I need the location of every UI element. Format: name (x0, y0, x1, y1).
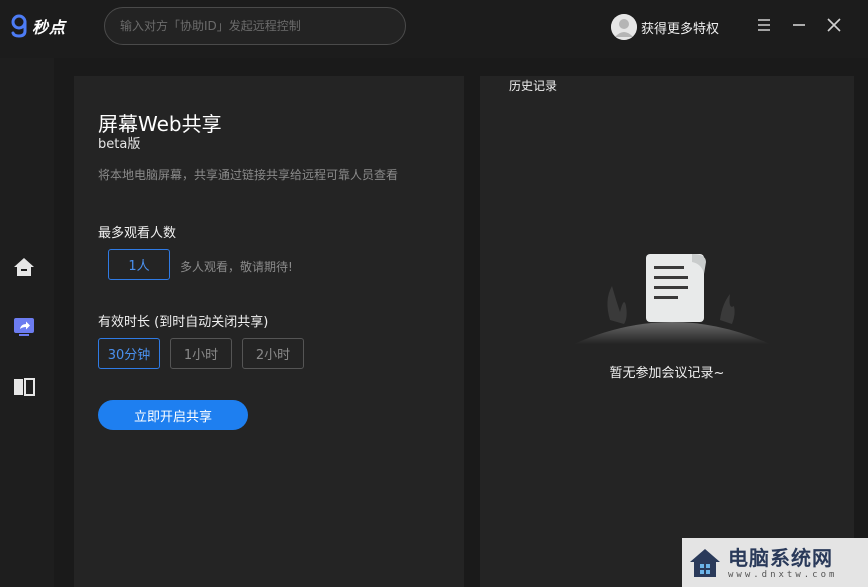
viewers-label: 最多观看人数 (98, 226, 177, 241)
avatar[interactable] (611, 14, 637, 40)
web-share-panel: 屏幕Web共享 beta版 将本地电脑屏幕，共享通过链接共享给远程可靠人员查看 … (74, 76, 464, 587)
share-description: 将本地电脑屏幕，共享通过链接共享给远程可靠人员查看 (98, 168, 399, 182)
minimize-icon (793, 24, 805, 26)
empty-records-illustration (574, 254, 770, 344)
house-logo-icon (690, 548, 720, 577)
beta-label: beta版 (98, 137, 141, 152)
app-logo-text: 秒点 (32, 18, 67, 37)
sidebar-item-split-view[interactable] (11, 374, 37, 400)
empty-records-text: 暂无参加会议记录~ (609, 366, 725, 381)
history-title: 历史记录 (509, 79, 558, 93)
title-bar: 秒点 获得更多特权 (0, 0, 868, 58)
close-button[interactable] (823, 14, 845, 36)
duration-option-1h[interactable]: 1小时 (170, 338, 232, 369)
duration-label: 有效时长 (到时自动关闭共享) (98, 315, 269, 330)
viewers-option-1[interactable]: 1人 (108, 249, 170, 280)
watermark-text: 电脑系统网 (728, 545, 833, 570)
user-privileges-label[interactable]: 获得更多特权 (641, 18, 719, 37)
menu-button[interactable] (753, 14, 775, 36)
logo-icon (11, 14, 27, 38)
app-logo: 秒点 (10, 14, 66, 38)
duration-option-2h[interactable]: 2小时 (242, 338, 304, 369)
split-view-icon (14, 378, 35, 396)
remote-id-search[interactable] (104, 7, 406, 45)
home-icon (14, 258, 34, 276)
remote-id-input[interactable] (120, 19, 390, 33)
watermark-url: www.dnxtw.com (728, 569, 838, 580)
avatar-icon (611, 14, 637, 40)
sidebar (0, 58, 54, 587)
minimize-button[interactable] (788, 14, 810, 36)
sidebar-item-screen-share[interactable] (11, 314, 37, 340)
viewers-hint: 多人观看，敬请期待! (180, 260, 293, 274)
start-share-button[interactable]: 立即开启共享 (98, 400, 248, 430)
close-icon (827, 18, 841, 32)
history-panel: 历史记录 暂无参加会议记录~ (480, 76, 854, 587)
duration-option-30min[interactable]: 30分钟 (98, 338, 160, 369)
screen-share-icon (14, 318, 34, 336)
sidebar-item-home[interactable] (11, 254, 37, 280)
user-privileges[interactable]: 获得更多特权 (611, 14, 719, 40)
watermark: 电脑系统网 www.dnxtw.com (682, 538, 868, 587)
menu-icon (758, 19, 770, 31)
